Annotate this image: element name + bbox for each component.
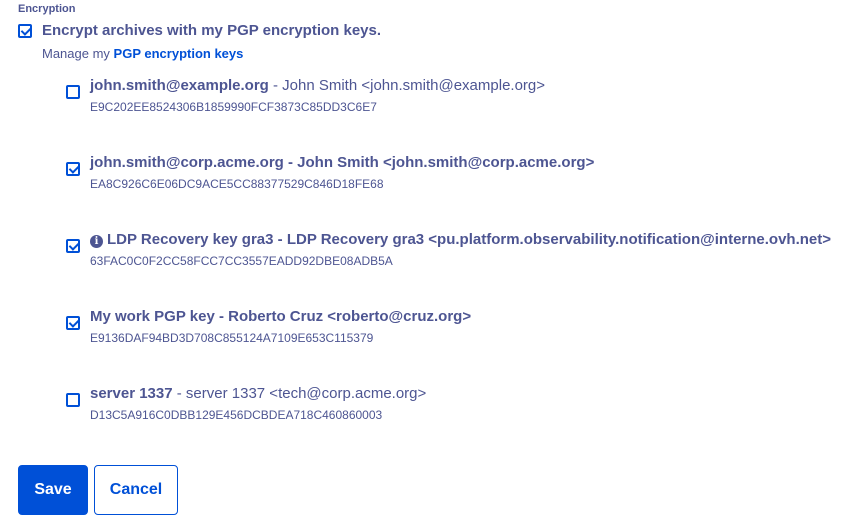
key-item: i LDP Recovery key gra3 - LDP Recovery gr… [66,231,846,288]
key-fingerprint: E9C202EE8524306B1859990FCF3873C85DD3C6E7 [90,100,377,114]
key-item: john.smith@example.org - John Smith <joh… [66,77,846,134]
key-checkbox[interactable] [66,239,80,253]
key-item: My work PGP key - Roberto Cruz <roberto@… [66,308,846,365]
key-description: - John Smith <john.smith@example.org> [268,77,546,94]
key-email: john.smith@example.org [90,77,269,94]
key-fingerprint: E9136DAF94BD3D708C855124A7109E653C115379 [90,331,374,345]
key-title[interactable]: john.smith@corp.acme.org - John Smith <j… [90,154,594,171]
pgp-keys-link[interactable]: PGP encryption keys [114,46,244,61]
key-fingerprint: EA8C926C6E06DC9ACE5CC88377529C846D18FE68 [90,177,384,191]
key-item: server 1337 - server 1337 <tech@corp.acm… [66,385,846,442]
key-title[interactable]: john.smith@example.org - John Smith <joh… [90,77,545,94]
key-title[interactable]: server 1337 - server 1337 <tech@corp.acm… [90,385,426,402]
info-circle-icon[interactable]: i [90,235,103,248]
key-checkbox[interactable] [66,393,80,407]
save-button[interactable]: Save [18,465,88,515]
key-email: My work PGP key [90,308,215,325]
section-label: Encryption [18,3,76,15]
key-checkbox[interactable] [66,85,80,99]
key-description: - LDP Recovery gra3 <pu.platform.observa… [273,231,832,248]
key-description: - Roberto Cruz <roberto@cruz.org> [214,308,472,325]
key-item: john.smith@corp.acme.org - John Smith <j… [66,154,846,211]
key-email: LDP Recovery key gra3 [107,231,274,248]
encrypt-archives-checkbox[interactable] [18,24,32,38]
key-description: - server 1337 <tech@corp.acme.org> [172,385,427,402]
key-description: - John Smith <john.smith@corp.acme.org> [283,154,595,171]
key-fingerprint: D13C5A916C0DBB129E456DCBDEA718C460860003 [90,408,383,422]
key-title[interactable]: My work PGP key - Roberto Cruz <roberto@… [90,308,471,325]
key-checkbox[interactable] [66,162,80,176]
encrypt-archives-label[interactable]: Encrypt archives with my PGP encryption … [42,22,381,39]
manage-keys-text: Manage my PGP encryption keys [42,46,243,61]
key-email: john.smith@corp.acme.org [90,154,284,171]
encryption-settings-form: Encryption Encrypt archives with my PGP … [0,0,856,522]
manage-keys-prefix: Manage my [42,46,114,61]
key-email: server 1337 [90,385,173,402]
key-fingerprint: 63FAC0C0F2CC58FCC7CC3557EADD92DBE08ADB5A [90,254,393,268]
cancel-button[interactable]: Cancel [94,465,178,515]
key-title[interactable]: i LDP Recovery key gra3 - LDP Recovery gr… [90,231,831,248]
key-checkbox[interactable] [66,316,80,330]
